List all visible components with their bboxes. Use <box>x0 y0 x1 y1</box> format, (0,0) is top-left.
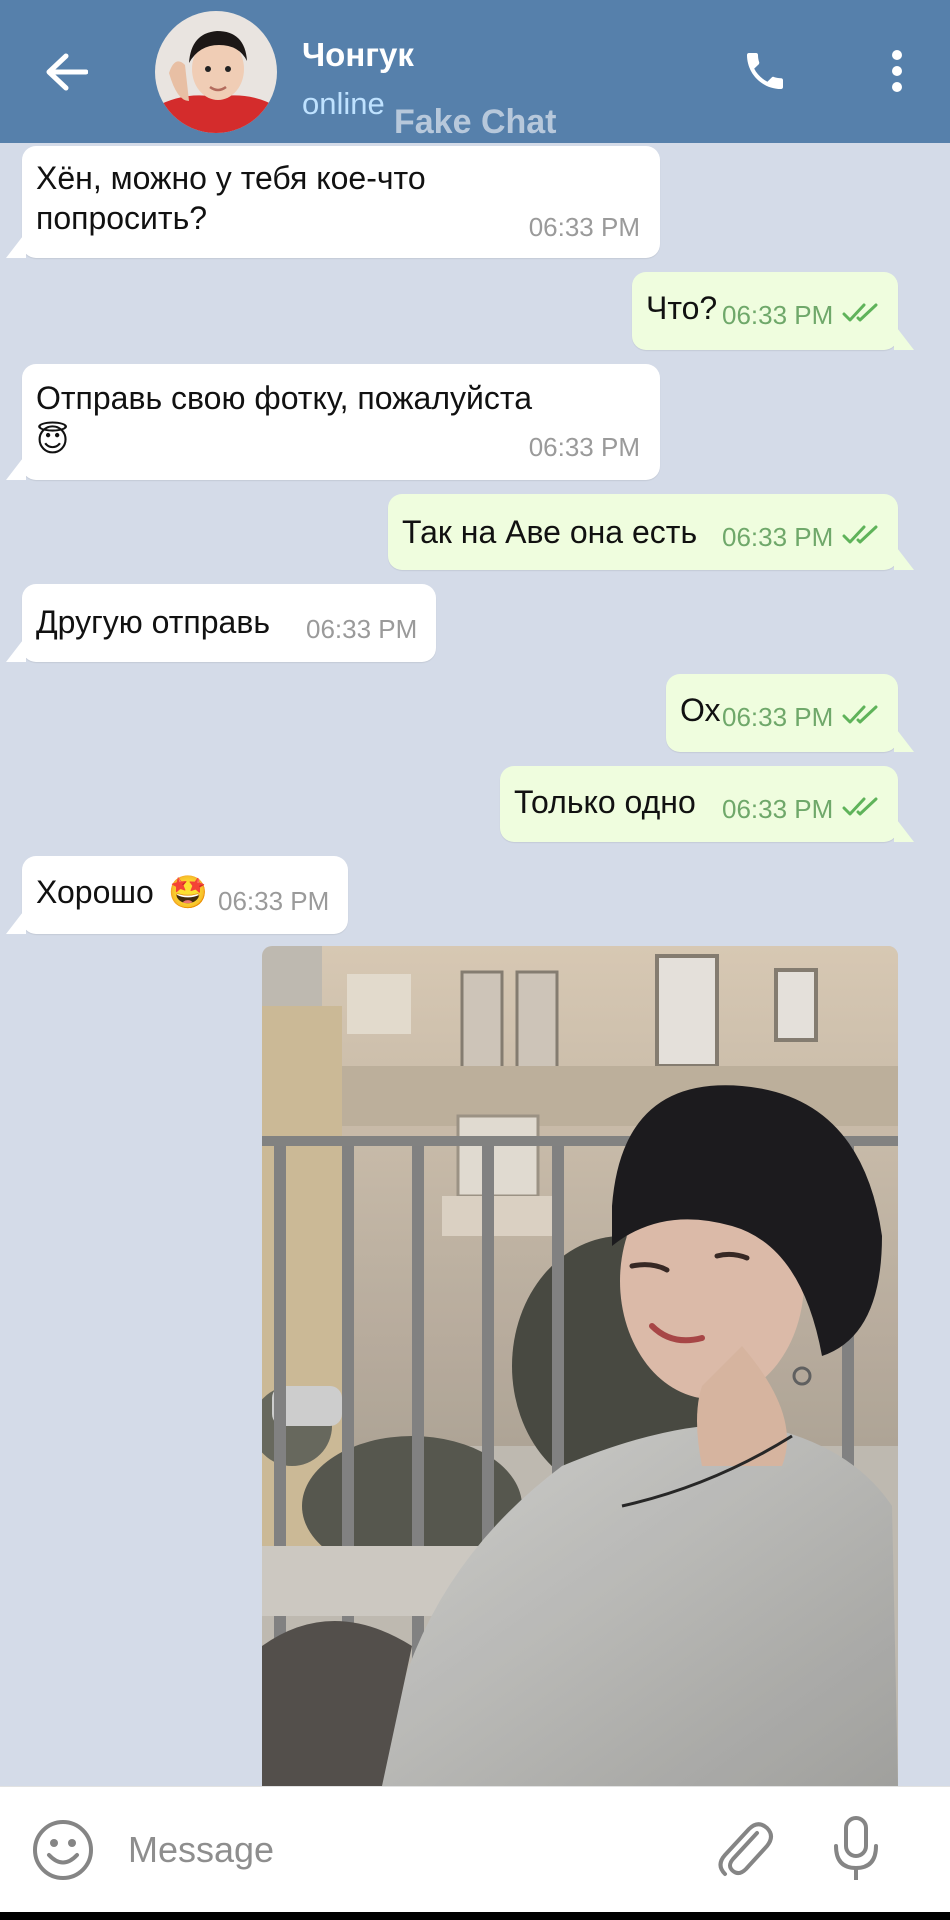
photo-image <box>262 946 898 1786</box>
emoji-button[interactable] <box>30 1817 96 1883</box>
chat-header: Чонгук online Fake Chat <box>0 0 950 143</box>
message-text: Ох <box>680 692 721 728</box>
message-incoming[interactable]: Хён, можно у тебя кое-что попросить? 06:… <box>6 146 660 258</box>
message-text: Только одно <box>514 784 696 820</box>
message-text: Другую отправь <box>36 604 271 640</box>
message-composer <box>0 1786 950 1913</box>
message-input[interactable] <box>126 1813 670 1887</box>
double-check-icon <box>842 525 878 544</box>
message-outgoing[interactable]: Ох 06:33 PM <box>666 674 914 752</box>
more-vert-icon <box>892 50 902 92</box>
call-button[interactable] <box>738 44 792 98</box>
phone-icon <box>747 53 783 89</box>
message-outgoing[interactable]: Что? 06:33 PM <box>632 272 914 350</box>
message-outgoing[interactable]: Только одно 06:33 PM <box>500 766 914 842</box>
double-check-icon <box>842 797 878 816</box>
paperclip-icon <box>718 1822 773 1876</box>
attach-button[interactable] <box>714 1815 778 1883</box>
halo-emoji: 😇 <box>36 421 70 459</box>
message-incoming[interactable]: Другую отправь 06:33 PM <box>6 584 436 662</box>
message-time: 06:33 PM <box>722 702 834 732</box>
microphone-button[interactable] <box>826 1811 886 1887</box>
message-time: 06:33 PM <box>722 794 834 824</box>
message-text: Отправь свою фотку, пожалуйста <box>36 380 532 416</box>
contact-status: online <box>302 86 385 121</box>
photo-message[interactable] <box>262 946 898 1786</box>
contact-name[interactable]: Чонгук <box>302 36 414 74</box>
message-text: попросить? <box>36 200 208 236</box>
double-check-icon <box>842 705 878 724</box>
message-time: 06:33 PM <box>722 300 834 330</box>
message-text: Хён, можно у тебя кое-что <box>36 160 426 196</box>
avatar[interactable] <box>155 11 277 133</box>
more-options-button[interactable] <box>880 44 914 98</box>
message-text: Так на Аве она есть <box>402 514 698 550</box>
message-time: 06:33 PM <box>528 212 640 242</box>
smiley-icon <box>33 1820 93 1880</box>
message-text: Хорошо <box>36 874 154 910</box>
message-incoming[interactable]: Отправь свою фотку, пожалуйста 😇 06:33 P… <box>6 364 660 480</box>
message-text: Что? <box>646 290 718 326</box>
message-time: 06:33 PM <box>528 432 640 462</box>
message-time: 06:33 PM <box>306 614 418 644</box>
message-outgoing[interactable]: Так на Аве она есть 06:33 PM <box>388 494 914 570</box>
star-struck-emoji: 🤩 <box>168 873 208 911</box>
arrow-left-icon <box>46 53 88 91</box>
watermark: Fake Chat <box>394 103 557 141</box>
back-button[interactable] <box>40 48 92 96</box>
microphone-icon <box>834 1816 878 1880</box>
message-time: 06:33 PM <box>722 522 834 552</box>
message-time: 06:33 PM <box>218 886 330 916</box>
bottom-bar <box>0 1912 950 1920</box>
message-incoming[interactable]: Хорошо 🤩 06:33 PM <box>6 856 348 934</box>
double-check-icon <box>842 303 878 322</box>
